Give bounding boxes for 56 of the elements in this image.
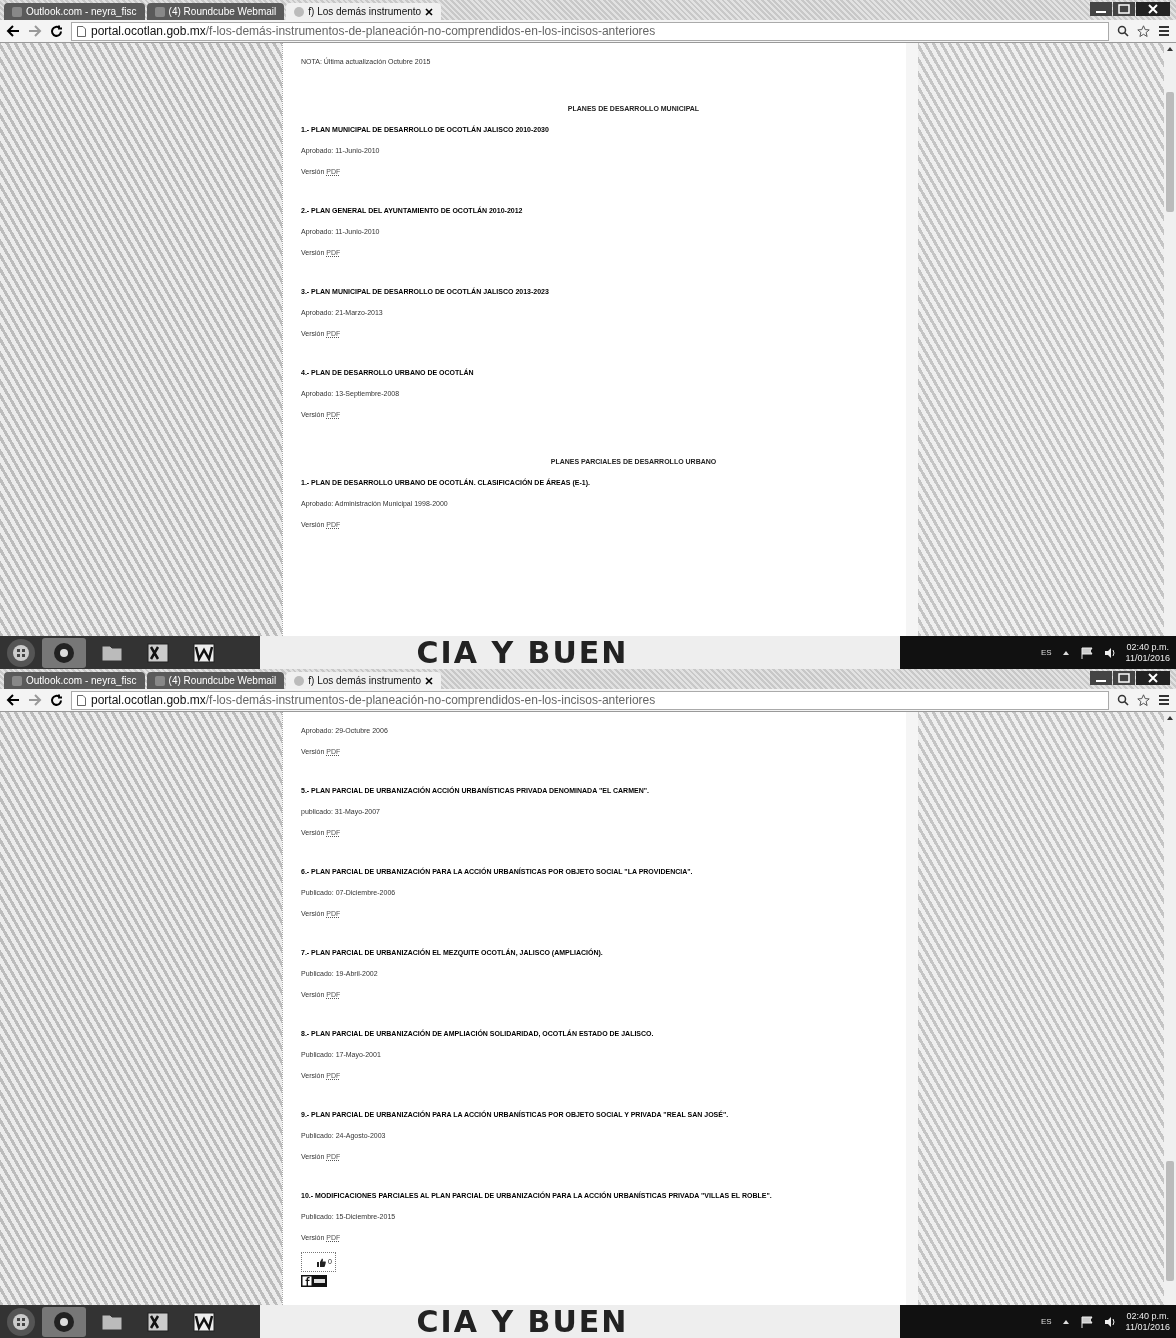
maximize-icon[interactable] bbox=[1113, 2, 1135, 16]
scroll-up-icon[interactable] bbox=[1166, 715, 1174, 721]
start-orb-icon[interactable] bbox=[6, 1306, 36, 1337]
flag-icon[interactable] bbox=[1079, 1315, 1094, 1328]
favicon-icon bbox=[12, 6, 22, 17]
speaker-icon[interactable] bbox=[1103, 1315, 1116, 1328]
browser-tab[interactable]: (4) Roundcube Webmail bbox=[146, 672, 285, 689]
browser-tab[interactable]: Outlook.com - neyra_fisc bbox=[4, 672, 145, 689]
reload-icon[interactable] bbox=[50, 693, 63, 707]
browser-tab[interactable]: Outlook.com - neyra_fisc bbox=[4, 3, 145, 20]
close-icon[interactable] bbox=[1136, 671, 1170, 685]
speaker-icon[interactable] bbox=[1103, 646, 1116, 659]
close-icon[interactable] bbox=[1136, 2, 1170, 16]
forward-icon[interactable] bbox=[28, 694, 42, 706]
menu-icon[interactable] bbox=[1158, 25, 1170, 37]
favicon-icon bbox=[294, 675, 305, 686]
back-icon[interactable] bbox=[6, 25, 20, 37]
minimize-icon[interactable] bbox=[1090, 671, 1112, 685]
language-indicator[interactable]: ES bbox=[1040, 648, 1052, 657]
show-hidden-icon[interactable] bbox=[1061, 1318, 1070, 1325]
page-icon bbox=[77, 694, 86, 706]
scrollbar-thumb[interactable] bbox=[1166, 92, 1174, 212]
clock[interactable]: 02:40 p.m. 11/01/2016 bbox=[1125, 1310, 1170, 1333]
scroll-up-icon[interactable] bbox=[1166, 46, 1174, 52]
show-hidden-icon[interactable] bbox=[1061, 649, 1070, 656]
star-icon[interactable] bbox=[1137, 693, 1150, 707]
start-orb-icon[interactable] bbox=[6, 637, 36, 668]
favicon-icon bbox=[12, 675, 22, 686]
forward-icon[interactable] bbox=[28, 25, 42, 37]
star-icon[interactable] bbox=[1137, 24, 1150, 38]
facebook-like-icon[interactable] bbox=[301, 1275, 327, 1287]
close-icon[interactable] bbox=[425, 7, 434, 16]
language-indicator[interactable]: ES bbox=[1040, 1317, 1052, 1326]
wallpaper-text: CIA Y BUEN bbox=[416, 636, 629, 669]
search-icon[interactable] bbox=[1117, 694, 1129, 706]
scrollbar-thumb[interactable] bbox=[1166, 1161, 1174, 1281]
flag-icon[interactable] bbox=[1079, 646, 1094, 659]
address-field[interactable]: portal.ocotlan.gob.mx/f-los-demás-instrumentos-de-planeación-no-comprendidos-en-los-incisos-anteriores bbox=[71, 690, 1109, 710]
clock[interactable]: 02:40 p.m. 11/01/2016 bbox=[1125, 641, 1170, 664]
favicon-icon bbox=[154, 6, 165, 17]
thumbs-up-icon bbox=[317, 1257, 327, 1267]
browser-tab[interactable]: (4) Roundcube Webmail bbox=[146, 3, 285, 20]
back-icon[interactable] bbox=[6, 694, 20, 706]
maximize-icon[interactable] bbox=[1113, 671, 1135, 685]
page-icon bbox=[77, 25, 86, 37]
favicon-icon bbox=[294, 6, 305, 17]
browser-tab[interactable]: f) Los demás instrumento bbox=[286, 672, 442, 689]
close-icon[interactable] bbox=[425, 676, 434, 685]
browser-tab[interactable]: f) Los demás instrumento bbox=[286, 3, 442, 20]
reload-icon[interactable] bbox=[50, 24, 63, 38]
menu-icon[interactable] bbox=[1158, 694, 1170, 706]
wallpaper-text: CIA Y BUEN bbox=[416, 1305, 629, 1338]
favicon-icon bbox=[154, 675, 165, 686]
search-icon[interactable] bbox=[1117, 25, 1129, 37]
minimize-icon[interactable] bbox=[1090, 2, 1112, 16]
address-field[interactable]: portal.ocotlan.gob.mx/f-los-demás-instrumentos-de-planeación-no-comprendidos-en-los-incisos-anteriores bbox=[71, 21, 1109, 41]
